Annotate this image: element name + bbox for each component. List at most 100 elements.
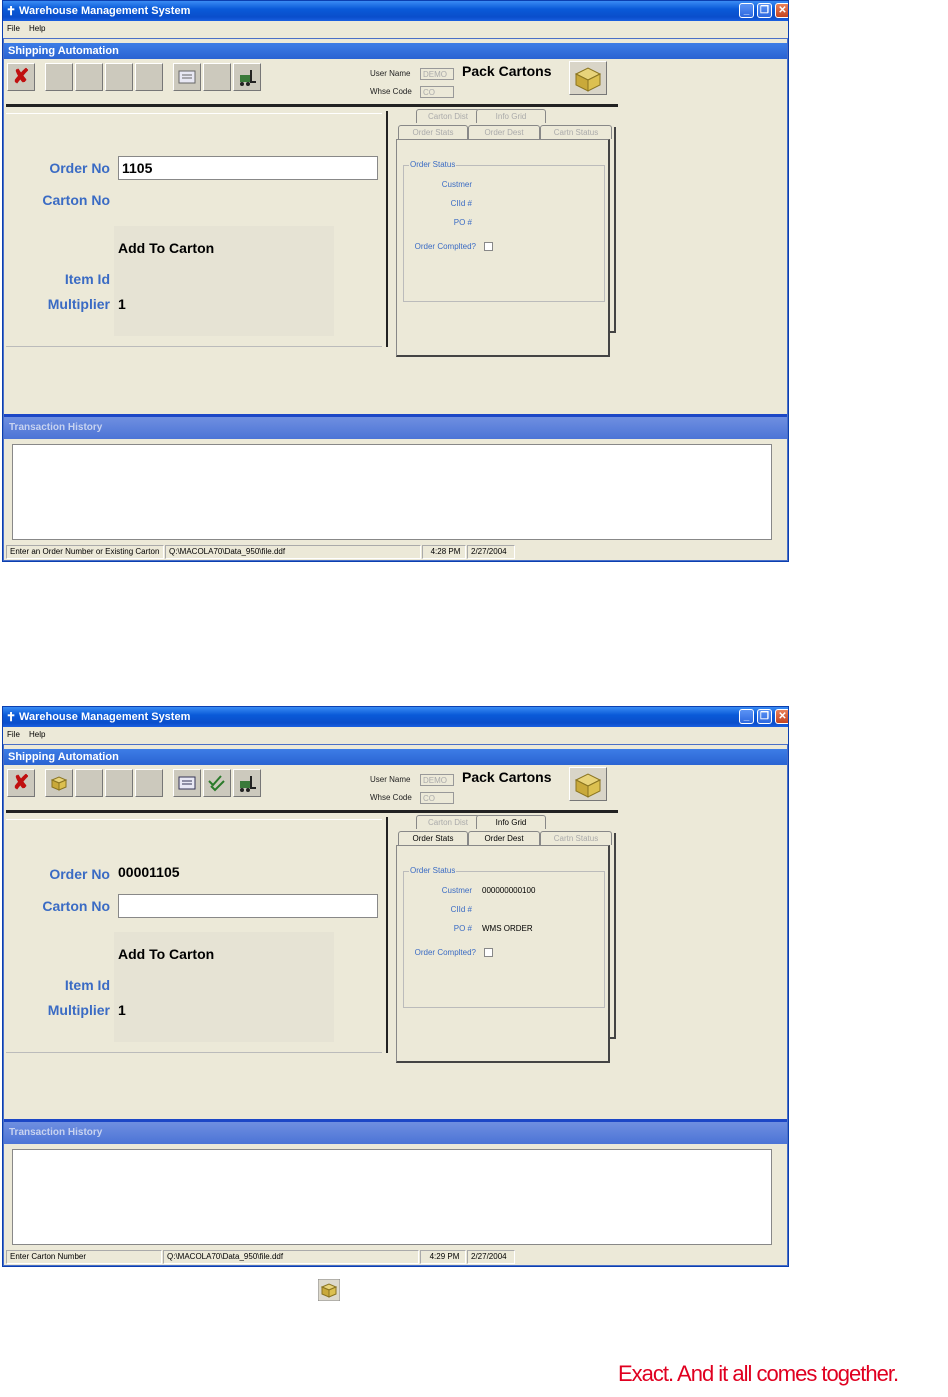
status-path: Q:\MACOLA70\Data_950\file.ddf bbox=[165, 545, 421, 559]
cancel-button[interactable]: ✘ bbox=[7, 769, 35, 797]
whse-code-field[interactable]: CO bbox=[420, 792, 454, 804]
order-status-group: Order Status Custmer CIId # PO # Order C… bbox=[403, 160, 605, 302]
restore-button[interactable]: ❐ bbox=[757, 709, 772, 724]
shipping-automation-form: Shipping Automation ✘ User Name DEMO Whs… bbox=[3, 38, 788, 561]
multiplier-value[interactable]: 1 bbox=[118, 296, 126, 312]
mode-title: Pack Cartons bbox=[462, 769, 552, 785]
header-divider bbox=[6, 810, 618, 813]
status-message: Enter Carton Number bbox=[6, 1250, 162, 1264]
menu-help[interactable]: Help bbox=[29, 727, 45, 743]
tab-info-grid[interactable]: Info Grid bbox=[476, 815, 546, 829]
toolbar-button-3[interactable] bbox=[75, 769, 103, 797]
panel-separator bbox=[386, 817, 388, 1053]
tab-order-dest[interactable]: Order Dest bbox=[468, 831, 540, 845]
item-id-label: Item Id bbox=[64, 271, 110, 287]
menu-file[interactable]: File bbox=[7, 21, 20, 37]
checklist-button[interactable] bbox=[203, 769, 231, 797]
user-name-label: User Name bbox=[370, 775, 411, 784]
menu-file[interactable]: File bbox=[7, 727, 20, 743]
title-bar[interactable]: ✝ Warehouse Management System _ ❐ ✕ bbox=[3, 1, 788, 21]
tab-order-stats[interactable]: Order Stats bbox=[398, 831, 468, 845]
menu-bar: File Help bbox=[3, 727, 788, 743]
status-time: 4:28 PM bbox=[422, 545, 466, 559]
multiplier-label: Multiplier bbox=[47, 1002, 110, 1018]
forklift-icon bbox=[240, 70, 256, 86]
cust-id-label: CIId # bbox=[450, 199, 472, 208]
cancel-button[interactable]: ✘ bbox=[7, 63, 35, 91]
pack-carton-icon-button[interactable] bbox=[569, 61, 607, 95]
window-title: Warehouse Management System bbox=[19, 711, 191, 723]
order-completed-checkbox[interactable] bbox=[484, 948, 493, 957]
shipping-automation-form: Shipping Automation ✘ User Name DEMO Whs… bbox=[3, 744, 788, 1266]
status-bar: Enter an Order Number or Existing Carton… bbox=[4, 544, 787, 560]
checkmarks-icon bbox=[208, 775, 225, 792]
toolbar-button-4[interactable] bbox=[105, 769, 133, 797]
report-button[interactable] bbox=[173, 769, 201, 797]
menu-help[interactable]: Help bbox=[29, 21, 45, 37]
status-date: 2/27/2004 bbox=[467, 1250, 515, 1264]
ship-button[interactable] bbox=[233, 63, 261, 91]
tab-carton-dist[interactable]: Carton Dist bbox=[416, 815, 480, 829]
carton-no-label: Carton No bbox=[42, 898, 110, 914]
toolbar-button-4[interactable] bbox=[105, 63, 133, 91]
close-button[interactable]: ✕ bbox=[775, 709, 788, 724]
minimize-button[interactable]: _ bbox=[739, 709, 754, 724]
title-bar[interactable]: ✝ Warehouse Management System _ ❐ ✕ bbox=[3, 707, 788, 727]
pack-carton-icon-button[interactable] bbox=[569, 767, 607, 801]
user-name-field[interactable]: DEMO bbox=[420, 68, 454, 80]
panel-separator bbox=[386, 111, 388, 347]
toolbar-button-7[interactable] bbox=[203, 63, 231, 91]
order-no-input[interactable]: 1105 bbox=[118, 156, 378, 180]
order-completed-label: Order Complted? bbox=[414, 948, 476, 957]
pack-button[interactable] bbox=[45, 769, 73, 797]
toolbar: ✘ bbox=[7, 63, 261, 93]
whse-code-field[interactable]: CO bbox=[420, 86, 454, 98]
window-title: Warehouse Management System bbox=[19, 5, 191, 17]
toolbar-button-5[interactable] bbox=[135, 769, 163, 797]
user-name-label: User Name bbox=[370, 69, 411, 78]
order-entry-panel: Order No 00001105 Carton No Add To Carto… bbox=[6, 817, 388, 1053]
tab-info-grid[interactable]: Info Grid bbox=[476, 109, 546, 123]
order-stats-page: Order Status Custmer 000000000100 CIId #… bbox=[396, 845, 610, 1063]
tab-cartn-status[interactable]: Cartn Status bbox=[540, 831, 612, 845]
transaction-history-list[interactable] bbox=[12, 444, 772, 540]
order-no-label: Order No bbox=[49, 866, 110, 882]
order-status-group: Order Status Custmer 000000000100 CIId #… bbox=[403, 866, 605, 1008]
carton-icon bbox=[50, 776, 68, 791]
item-id-label: Item Id bbox=[64, 977, 110, 993]
tab-order-stats[interactable]: Order Stats bbox=[398, 125, 468, 139]
transaction-history-list[interactable] bbox=[12, 1149, 772, 1245]
add-to-carton-label: Add To Carton bbox=[118, 240, 215, 256]
app-icon: ✝ bbox=[6, 710, 17, 724]
mode-title: Pack Cartons bbox=[462, 63, 552, 79]
tagline: Exact. And it all comes together. bbox=[618, 1361, 899, 1386]
multiplier-value[interactable]: 1 bbox=[118, 1002, 126, 1018]
order-tabs: Carton Dist Info Grid Order Stats Order … bbox=[394, 815, 622, 1063]
tab-cartn-status[interactable]: Cartn Status bbox=[540, 125, 612, 139]
toolbar-button-5[interactable] bbox=[135, 63, 163, 91]
menu-bar: File Help bbox=[3, 21, 788, 37]
status-message: Enter an Order Number or Existing Carton bbox=[6, 545, 164, 559]
toolbar-button-3[interactable] bbox=[75, 63, 103, 91]
report-icon bbox=[178, 776, 196, 790]
order-entry-panel: Order No 1105 Carton No Add To Carton It… bbox=[6, 111, 388, 347]
add-to-carton-label: Add To Carton bbox=[118, 946, 215, 962]
tab-carton-dist[interactable]: Carton Dist bbox=[416, 109, 480, 123]
customer-value: 000000000100 bbox=[482, 886, 536, 895]
status-time: 4:29 PM bbox=[420, 1250, 466, 1264]
report-button[interactable] bbox=[173, 63, 201, 91]
restore-button[interactable]: ❐ bbox=[757, 3, 772, 18]
status-path: Q:\MACOLA70\Data_950\file.ddf bbox=[163, 1250, 419, 1264]
app-icon: ✝ bbox=[6, 4, 17, 18]
close-button[interactable]: ✕ bbox=[775, 3, 788, 18]
ship-button[interactable] bbox=[233, 769, 261, 797]
carton-no-label: Carton No bbox=[42, 192, 110, 208]
po-label: PO # bbox=[453, 924, 472, 933]
minimize-button[interactable]: _ bbox=[739, 3, 754, 18]
history-title: Transaction History bbox=[4, 417, 787, 439]
order-completed-checkbox[interactable] bbox=[484, 242, 493, 251]
user-name-field[interactable]: DEMO bbox=[420, 774, 454, 786]
tab-order-dest[interactable]: Order Dest bbox=[468, 125, 540, 139]
carton-no-input[interactable] bbox=[118, 894, 378, 918]
toolbar-button-2[interactable] bbox=[45, 63, 73, 91]
